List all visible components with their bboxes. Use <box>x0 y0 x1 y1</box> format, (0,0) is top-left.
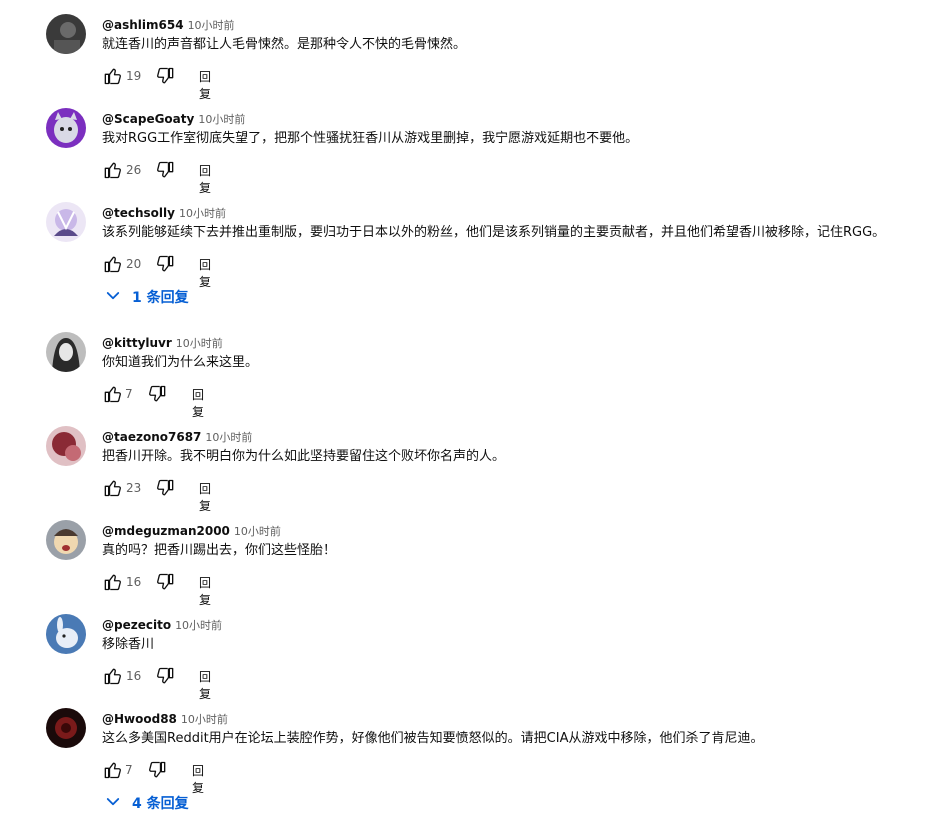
thumbs-down-icon[interactable] <box>156 66 176 86</box>
thumbs-up-icon[interactable] <box>102 384 122 404</box>
like-count: 23 <box>126 481 142 495</box>
avatar[interactable] <box>46 108 86 148</box>
comment-author[interactable]: @kittyluvr <box>102 336 172 350</box>
reply-button[interactable]: 回复 <box>199 162 211 196</box>
reply-button[interactable]: 回复 <box>192 762 204 796</box>
like-count: 7 <box>125 387 133 401</box>
thumbs-up-icon[interactable] <box>102 666 122 686</box>
comment-author[interactable]: @Hwood88 <box>102 712 177 726</box>
comment-text: 真的吗？把香川踢出去，你们这些怪胎！ <box>102 543 337 558</box>
comment-time[interactable]: 10小时前 <box>234 525 281 538</box>
comment-time[interactable]: 10小时前 <box>176 337 223 350</box>
like-count: 19 <box>126 69 142 83</box>
comment-text: 就连香川的声音都让人毛骨悚然。是那种令人不快的毛骨悚然。 <box>102 37 467 52</box>
reply-button[interactable]: 回复 <box>199 256 211 290</box>
thumbs-up-icon[interactable] <box>102 160 122 180</box>
thumbs-down-icon[interactable] <box>148 760 168 780</box>
view-replies-label: 1 条回复 <box>132 290 189 306</box>
thumbs-up-icon[interactable] <box>102 254 122 274</box>
comment-time[interactable]: 10小时前 <box>181 713 228 726</box>
comment-text: 该系列能够延续下去并推出重制版，要归功于日本以外的粉丝，他们是该系列销量的主要贡… <box>102 225 886 240</box>
avatar[interactable] <box>46 202 86 242</box>
avatar[interactable] <box>46 426 86 466</box>
comment-author[interactable]: @techsolly <box>102 206 175 220</box>
thumbs-up-icon[interactable] <box>102 760 122 780</box>
view-replies-label: 4 条回复 <box>132 796 189 812</box>
thumbs-down-icon[interactable] <box>156 478 176 498</box>
like-count: 16 <box>126 575 142 589</box>
comment-text: 移除香川 <box>102 637 155 652</box>
comment-text: 把香川开除。我不明白你为什么如此坚持要留住这个败坏你名声的人。 <box>102 449 506 464</box>
reply-button[interactable]: 回复 <box>199 574 211 608</box>
comment-author[interactable]: @ashlim654 <box>102 18 184 32</box>
like-count: 26 <box>126 163 142 177</box>
chevron-down-icon <box>106 798 120 806</box>
comment-author[interactable]: @ScapeGoaty <box>102 112 194 126</box>
avatar[interactable] <box>46 332 86 372</box>
like-count: 7 <box>125 763 133 777</box>
reply-button[interactable]: 回复 <box>192 386 204 420</box>
comment-text: 我对RGG工作室彻底失望了，把那个性骚扰狂香川从游戏里删掉，我宁愿游戏延期也不要… <box>102 131 639 146</box>
comment-time[interactable]: 10小时前 <box>205 431 252 444</box>
comment-author[interactable]: @taezono7687 <box>102 430 201 444</box>
thumbs-down-icon[interactable] <box>156 160 176 180</box>
chevron-down-icon <box>106 292 120 300</box>
reply-button[interactable]: 回复 <box>199 68 211 102</box>
reply-button[interactable]: 回复 <box>199 668 211 702</box>
view-replies-button[interactable]: 4 条回复 <box>104 793 189 815</box>
comment-time[interactable]: 10小时前 <box>198 113 245 126</box>
avatar[interactable] <box>46 708 86 748</box>
thumbs-down-icon[interactable] <box>156 572 176 592</box>
comment-author[interactable]: @mdeguzman2000 <box>102 524 230 538</box>
comment-time[interactable]: 10小时前 <box>175 619 222 632</box>
thumbs-up-icon[interactable] <box>102 66 122 86</box>
avatar[interactable] <box>46 614 86 654</box>
comment-text: 这么多美国Reddit用户在论坛上装腔作势，好像他们被告知要愤怒似的。请把CIA… <box>102 731 764 746</box>
thumbs-up-icon[interactable] <box>102 478 122 498</box>
reply-button[interactable]: 回复 <box>199 480 211 514</box>
view-replies-button[interactable]: 1 条回复 <box>104 287 189 309</box>
comment-text: 你知道我们为什么来这里。 <box>102 355 259 370</box>
thumbs-down-icon[interactable] <box>148 384 168 404</box>
comment-time[interactable]: 10小时前 <box>188 19 235 32</box>
like-count: 20 <box>126 257 142 271</box>
thumbs-up-icon[interactable] <box>102 572 122 592</box>
avatar[interactable] <box>46 520 86 560</box>
comment-author[interactable]: @pezecito <box>102 618 171 632</box>
thumbs-down-icon[interactable] <box>156 666 176 686</box>
thumbs-down-icon[interactable] <box>156 254 176 274</box>
avatar[interactable] <box>46 14 86 54</box>
like-count: 16 <box>126 669 142 683</box>
comment-time[interactable]: 10小时前 <box>179 207 226 220</box>
